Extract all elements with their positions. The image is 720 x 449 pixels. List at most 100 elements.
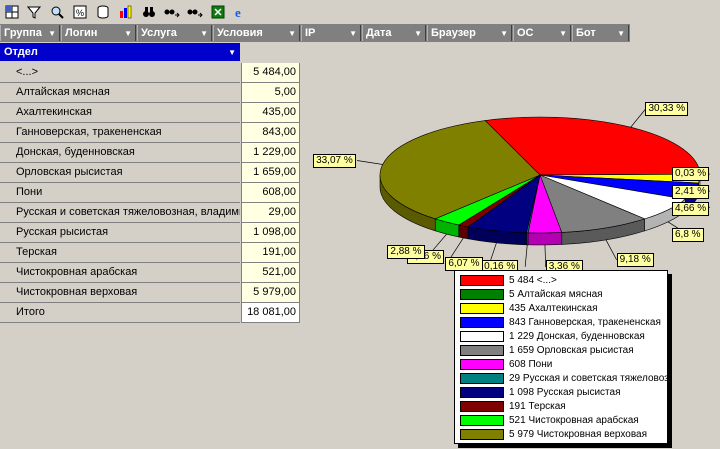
pivot-grid: <...> 5 484,00 Алтайская мясная 5,00 Ахалт… xyxy=(0,63,301,323)
legend-label: 29 Русская и советская тяжеловозная xyxy=(509,372,668,384)
table-row[interactable]: Чистокровная верховая 5 979,00 xyxy=(0,283,301,303)
dropdown-arrow-icon: ▼ xyxy=(288,28,296,38)
pie-slice-side xyxy=(458,224,469,240)
column-header-bot[interactable]: Бот ▼ xyxy=(572,25,629,41)
legend-label: 1 229 Донская, буденновская xyxy=(509,330,645,342)
legend-item: 521 Чистокровная арабская xyxy=(460,413,639,427)
chart-legend: 5 484 <...> 5 Алтайская мясная 435 Ахалтек… xyxy=(454,270,668,444)
legend-swatch xyxy=(460,372,504,384)
pie-percent-label: 4,66 % xyxy=(672,202,710,217)
legend-swatch xyxy=(460,316,504,328)
row-dimension-header[interactable]: Отдел ▼ xyxy=(0,43,240,61)
table-row[interactable]: Чистокровная арабская 521,00 xyxy=(0,263,301,283)
table-row[interactable]: Русская рысистая 1 098,00 xyxy=(0,223,301,243)
legend-item: 29 Русская и советская тяжеловозная xyxy=(460,371,668,385)
row-value: 29,00 xyxy=(241,203,300,223)
row-label: Пони xyxy=(0,183,240,203)
table-row[interactable]: Русская и советская тяжеловозная, владим… xyxy=(0,203,301,223)
row-label: Алтайская мясная xyxy=(0,83,240,103)
row-value: 5 979,00 xyxy=(241,283,300,303)
database-icon[interactable] xyxy=(94,3,112,21)
table-row[interactable]: <...> 5 484,00 xyxy=(0,63,301,83)
legend-item: 1 659 Орловская рысистая xyxy=(460,343,634,357)
find-prev-icon[interactable] xyxy=(186,3,204,21)
row-label: Чистокровная верховая xyxy=(0,283,240,303)
legend-label: 191 Терская xyxy=(509,400,566,412)
grid-settings-icon[interactable] xyxy=(3,3,21,21)
internet-explorer-icon[interactable]: e xyxy=(232,3,250,21)
column-header-conditions[interactable]: Условия ▼ xyxy=(213,25,300,41)
pie-percent-label: 2,41 % xyxy=(672,184,710,199)
callout-leader xyxy=(630,108,646,128)
column-header-ip[interactable]: IP ▼ xyxy=(301,25,361,41)
total-value: 18 081,00 xyxy=(241,303,300,323)
table-row[interactable]: Пони 608,00 xyxy=(0,183,301,203)
legend-item: 1 098 Русская рысистая xyxy=(460,385,621,399)
callout-leader xyxy=(357,160,383,165)
row-label: Чистокровная арабская xyxy=(0,263,240,283)
row-label: Ахалтекинская xyxy=(0,103,240,123)
legend-swatch xyxy=(460,428,504,440)
column-header-label: Браузер xyxy=(431,27,476,39)
table-row[interactable]: Ганноверская, тракененская 843,00 xyxy=(0,123,301,143)
column-header-label: ОС xyxy=(517,27,534,39)
legend-swatch xyxy=(460,274,504,286)
toolbar: % e xyxy=(0,0,720,24)
pie-percent-label: 9,18 % xyxy=(616,252,654,267)
column-header-date[interactable]: Дата ▼ xyxy=(362,25,426,41)
legend-swatch xyxy=(460,302,504,314)
table-row[interactable]: Орловская рысистая 1 659,00 xyxy=(0,163,301,183)
column-header-label: Группа xyxy=(4,27,42,39)
legend-item: 1 229 Донская, буденновская xyxy=(460,329,645,343)
chart-icon[interactable] xyxy=(117,3,135,21)
legend-label: 843 Ганноверская, тракененская xyxy=(509,316,661,328)
column-header-group[interactable]: Группа ▼ xyxy=(0,25,60,41)
svg-text:e: e xyxy=(235,5,241,19)
legend-swatch xyxy=(460,344,504,356)
legend-label: 435 Ахалтекинская xyxy=(509,302,598,314)
callout-leader xyxy=(524,244,528,267)
legend-swatch xyxy=(460,288,504,300)
legend-item: 843 Ганноверская, тракененская xyxy=(460,315,661,329)
column-header-service[interactable]: Услуга ▼ xyxy=(137,25,212,41)
legend-label: 1 659 Орловская рысистая xyxy=(509,344,634,356)
column-header-label: Дата xyxy=(366,27,392,39)
table-row[interactable]: Ахалтекинская 435,00 xyxy=(0,103,301,123)
dropdown-arrow-icon: ▼ xyxy=(228,47,236,57)
row-label: Ганноверская, тракененская xyxy=(0,123,240,143)
legend-swatch xyxy=(460,358,504,370)
formula-icon[interactable]: % xyxy=(71,3,89,21)
pie-percent-label: 6,8 % xyxy=(672,228,704,243)
column-header-os[interactable]: ОС ▼ xyxy=(513,25,571,41)
dropdown-arrow-icon: ▼ xyxy=(559,28,567,38)
column-header-login[interactable]: Логин ▼ xyxy=(61,25,136,41)
legend-label: 5 Алтайская мясная xyxy=(509,288,603,300)
legend-item: 5 484 <...> xyxy=(460,273,557,287)
row-value: 521,00 xyxy=(241,263,300,283)
legend-item: 5 Алтайская мясная xyxy=(460,287,603,301)
table-row[interactable]: Терская 191,00 xyxy=(0,243,301,263)
svg-text:%: % xyxy=(76,8,84,18)
row-label: <...> xyxy=(0,63,240,83)
column-header-browser[interactable]: Браузер ▼ xyxy=(427,25,512,41)
total-row[interactable]: Итого 18 081,00 xyxy=(0,303,301,323)
legend-label: 1 098 Русская рысистая xyxy=(509,386,621,398)
binoculars-icon[interactable] xyxy=(140,3,158,21)
legend-swatch xyxy=(460,386,504,398)
row-label: Орловская рысистая xyxy=(0,163,240,183)
pie-percent-label: 30,33 % xyxy=(645,102,689,117)
table-row[interactable]: Алтайская мясная 5,00 xyxy=(0,83,301,103)
row-label: Русская рысистая xyxy=(0,223,240,243)
pie-slice-side xyxy=(527,232,563,246)
legend-item: 608 Пони xyxy=(460,357,552,371)
row-value: 608,00 xyxy=(241,183,300,203)
column-header-label: Условия xyxy=(217,27,263,39)
excel-icon[interactable] xyxy=(209,3,227,21)
dropdown-arrow-icon: ▼ xyxy=(200,28,208,38)
find-next-icon[interactable] xyxy=(163,3,181,21)
legend-item: 435 Ахалтекинская xyxy=(460,301,598,315)
table-row[interactable]: Донская, буденновская 1 229,00 xyxy=(0,143,301,163)
row-value: 1 229,00 xyxy=(241,143,300,163)
filter-icon[interactable] xyxy=(25,3,43,21)
find-icon[interactable] xyxy=(48,3,66,21)
